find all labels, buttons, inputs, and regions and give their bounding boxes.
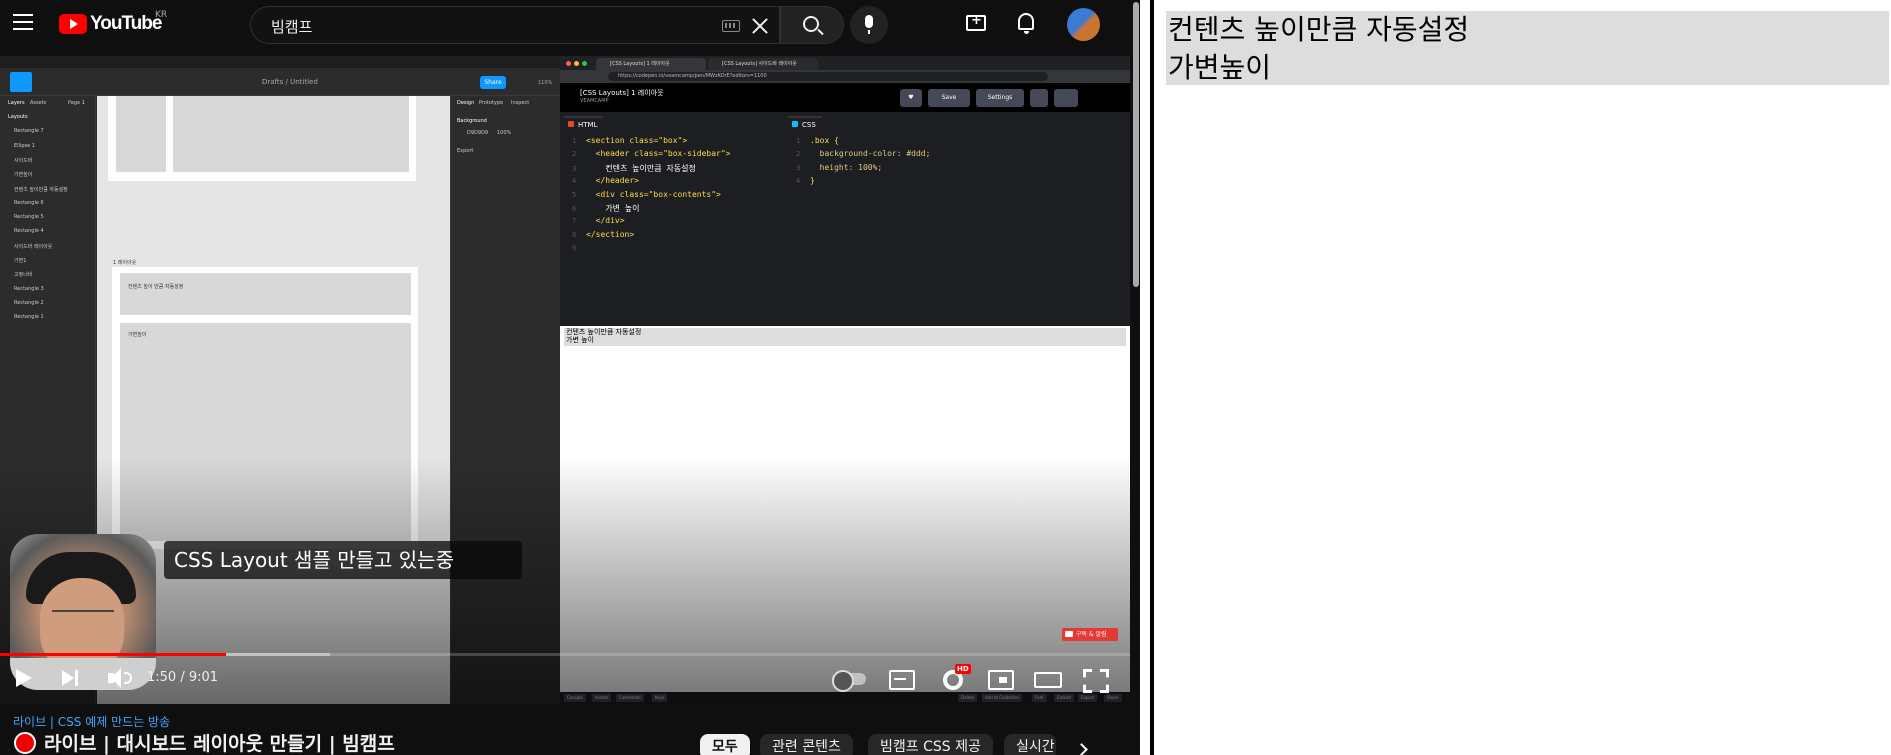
country-code: KR: [155, 10, 168, 20]
volume-icon[interactable]: [106, 664, 132, 692]
figma-page-label: Page 1: [68, 100, 85, 106]
search-icon: [803, 16, 819, 32]
code-line: 5 <div class="box-contents">: [572, 189, 721, 199]
code-line: 1 <section class="box">: [572, 136, 688, 145]
code-line: 2 background-color: #ddd;: [796, 149, 931, 159]
play-icon[interactable]: [14, 664, 34, 692]
figma-canvas-label: 1 레이아웃: [113, 260, 137, 266]
miniplayer-icon[interactable]: [988, 664, 1014, 692]
figma-assets-tab: Assets: [30, 100, 47, 106]
video-title: 라이브 | 대시보드 레이아웃 만들기 | 빔캠프: [44, 733, 395, 755]
figma-move-tool-icon: [10, 72, 32, 92]
subscribe-watermark[interactable]: 구독 & 알림: [1062, 628, 1118, 641]
result-box: 컨텐츠 높이만큼 자동설정 가변높이: [1166, 11, 1889, 85]
html-editor: HTML 1 <section class="box"> 2 <header cla…: [564, 116, 782, 314]
figma-block-variable-height: 가변높이: [120, 323, 411, 541]
subtitles-icon[interactable]: [889, 664, 915, 692]
youtube-logo[interactable]: YouTube KR: [59, 10, 167, 34]
autoplay-toggle[interactable]: [832, 664, 866, 692]
code-line: 8 </section>: [572, 229, 635, 239]
video-caption: CSS Layout 샘플 만들고 있는중: [164, 541, 522, 579]
result-contents-text: 가변높이: [1168, 51, 1272, 84]
search-box: [250, 6, 780, 44]
video-frame-codepen: [CSS Layouts] 1 레이아웃 [CSS Layouts] 사이드바 …: [560, 56, 1130, 704]
figma-layer-item: Rectangle 3: [14, 285, 44, 292]
code-line: 9: [572, 244, 577, 253]
notifications-bell-icon[interactable]: [1018, 13, 1034, 34]
code-line: 4}: [796, 176, 815, 186]
fullscreen-icon[interactable]: [1082, 664, 1106, 692]
code-line: 1 .box {: [796, 136, 839, 145]
code-line: 4 </header>: [572, 176, 639, 186]
codepen-pin-icon: [1054, 89, 1078, 107]
progress-bar[interactable]: [0, 653, 1130, 656]
chip-related[interactable]: 관련 콘텐츠: [760, 734, 853, 755]
codepen-header: [CSS Layouts] 1 레이아웃 VEAMCAMP ♥ Save Set…: [560, 83, 1130, 112]
code-line: 6 가변 높이: [572, 204, 640, 213]
figma-properties-panel: Design Prototype Inspect Background D9D9…: [450, 96, 560, 704]
youtube-masthead: YouTube KR: [0, 0, 1130, 48]
figma-layer-item: Rectangle 1: [14, 314, 44, 321]
figma-layer-item: Layouts: [8, 114, 28, 120]
figma-share-button: Share: [480, 76, 506, 89]
next-icon[interactable]: [60, 664, 82, 692]
voice-search-button[interactable]: [850, 6, 888, 44]
youtube-wordmark: YouTube: [90, 13, 162, 34]
keyboard-icon[interactable]: [722, 20, 740, 32]
figma-layer-item: 사이드바: [14, 157, 33, 164]
time-display: 1:50 / 9:01: [147, 670, 219, 685]
youtube-window: YouTube KR D: [0, 0, 1140, 755]
account-avatar[interactable]: [1067, 8, 1100, 41]
figma-layer-item: 가변높이: [14, 172, 33, 179]
figma-file-breadcrumb: Drafts / Untitled: [262, 78, 318, 86]
result-pane: 컨텐츠 높이만큼 자동설정 가변높이: [1150, 0, 1891, 755]
clear-search-icon[interactable]: [749, 15, 771, 37]
figma-layer-item: Rectangle 7: [14, 128, 44, 135]
code-line: 3 컨텐츠 높이만큼 자동설정: [572, 163, 696, 173]
search-input[interactable]: [271, 17, 671, 35]
code-line: 7 </div>: [572, 216, 625, 226]
microphone-icon: [865, 15, 873, 34]
chip-beamcamp-css[interactable]: 빔캠프 CSS 제공: [868, 734, 993, 755]
figma-layers-title: Layers: [8, 100, 25, 106]
chip-live[interactable]: 실시간: [1004, 734, 1056, 755]
code-line: 2 <header class="box-sidebar">: [572, 149, 731, 159]
css-editor: CSS 1 .box {2 background-color: #ddd; 3 he…: [788, 116, 1126, 314]
figma-block-auto-height: 컨텐츠 높이 만큼 자동설정: [120, 273, 411, 315]
figma-layer-item: Rectangle 4: [14, 228, 44, 235]
figma-layer-item: Rectangle 5: [14, 214, 44, 221]
browser-tab-strip: [CSS Layouts] 1 레이아웃 [CSS Layouts] 사이드바 …: [560, 56, 1130, 70]
create-video-icon[interactable]: [966, 13, 986, 31]
figma-layer-item: Ellipse 1: [14, 142, 35, 149]
result-sidebar-text: 컨텐츠 높이만큼 자동설정: [1168, 13, 1470, 46]
youtube-scrollbar-thumb[interactable]: [1133, 2, 1139, 287]
figma-layer-item: 사이드바 레이아웃: [14, 243, 53, 250]
hd-badge: HD: [955, 664, 971, 674]
chip-all[interactable]: 모두: [700, 734, 750, 755]
theater-mode-icon[interactable]: [1034, 664, 1062, 692]
codepen-layout-icon: [1030, 89, 1048, 107]
channel-link[interactable]: 라이브 | CSS 예제 만드는 방송: [13, 713, 170, 730]
progress-played: [0, 653, 226, 656]
figma-layer-item: Rectangle 2: [14, 299, 44, 306]
figma-zoom: 110%: [538, 80, 553, 86]
video-player[interactable]: Drafts / Untitled Share 110% Layers Asse…: [0, 56, 1130, 704]
chevron-right-icon[interactable]: [1072, 740, 1092, 755]
figma-layer-item: 고정너비: [14, 272, 33, 279]
figma-layer-item: 컨텐츠 높이만큼 자동설정: [14, 186, 68, 193]
search-button[interactable]: [780, 6, 844, 44]
browser-address-bar: https://codepen.io/veamcamp/pen/MWzKOrE?…: [608, 72, 1048, 81]
codepen-heart-icon: ♥: [900, 89, 922, 107]
figma-layer-item: 가변1: [14, 258, 27, 264]
code-line: 3 height: 100%;: [796, 162, 883, 172]
codepen-footer: Console Assets Comments Keys Delete Add …: [560, 692, 1130, 704]
figma-layer-item: Rectangle 6: [14, 199, 44, 206]
live-indicator-icon: [14, 732, 36, 754]
menu-icon[interactable]: [13, 14, 33, 30]
youtube-play-icon: [59, 14, 87, 34]
codepen-preview: 컨텐츠 높이만큼 자동설정 가변 높이: [560, 326, 1130, 704]
